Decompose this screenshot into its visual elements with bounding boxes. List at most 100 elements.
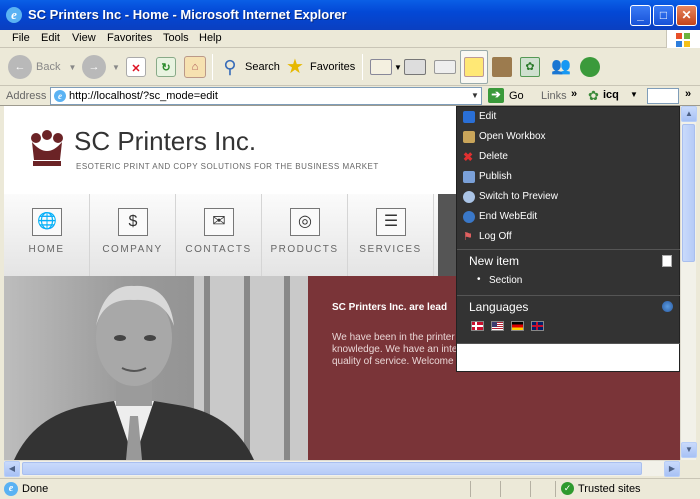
mail-icon bbox=[370, 59, 392, 75]
address-url: http://localhost/?sc_mode=edit bbox=[69, 90, 218, 102]
status-bar: e Done ✓ Trusted sites bbox=[0, 478, 700, 499]
workbox-icon bbox=[463, 131, 475, 143]
address-bar: Address e http://localhost/?sc_mode=edit… bbox=[0, 86, 700, 106]
webedit-menu: Edit Open Workbox ✖ Delete Publish Switc… bbox=[456, 106, 681, 372]
scroll-left-button[interactable]: ◀ bbox=[4, 461, 20, 477]
menu-help[interactable]: Help bbox=[199, 32, 222, 44]
print-button[interactable] bbox=[404, 53, 426, 81]
german-flag-icon[interactable] bbox=[511, 321, 524, 331]
icq-search-input[interactable] bbox=[647, 88, 679, 104]
go-button[interactable]: Go bbox=[509, 90, 524, 102]
search-icon: ⚲ bbox=[223, 57, 237, 77]
uk-flag-icon[interactable] bbox=[531, 321, 544, 331]
log-off-icon: ⚑ bbox=[463, 231, 473, 243]
clover-icon: ✿ bbox=[520, 57, 540, 77]
users-button[interactable]: 👥 bbox=[550, 53, 572, 81]
webedit-open-workbox[interactable]: Open Workbox bbox=[457, 127, 681, 147]
favorites-button[interactable]: ★ Favorites bbox=[284, 53, 355, 81]
globe-icon: 🌐 bbox=[32, 208, 62, 236]
nav-products[interactable]: ◎ PRODUCTS bbox=[262, 194, 348, 276]
nav-company[interactable]: $ COMPANY bbox=[90, 194, 176, 276]
edit-shield-icon bbox=[463, 111, 475, 123]
close-button[interactable]: ✕ bbox=[676, 5, 697, 26]
new-item-section[interactable]: • Section bbox=[457, 271, 681, 291]
disc-icon: ◎ bbox=[290, 208, 320, 236]
site-tagline: ESOTERIC PRINT AND COPY SOLUTIONS FOR TH… bbox=[76, 162, 379, 171]
icq-dropdown-icon[interactable]: ▼ bbox=[630, 90, 638, 99]
go-arrow-icon[interactable]: ➔ bbox=[488, 88, 504, 103]
horizontal-scrollbar[interactable]: ◀ ▶ bbox=[4, 460, 680, 477]
printer-icon bbox=[404, 59, 426, 75]
scroll-thumb[interactable] bbox=[682, 124, 695, 262]
security-zone: Trusted sites bbox=[578, 483, 641, 495]
media-icon bbox=[580, 57, 600, 77]
document-list-icon: ☰ bbox=[376, 208, 406, 236]
media-button[interactable] bbox=[580, 53, 600, 81]
icq-flower-icon: ✿ bbox=[588, 88, 599, 103]
windows-logo-icon bbox=[666, 30, 700, 50]
messenger-button[interactable]: ✿ bbox=[520, 53, 540, 81]
stop-icon: ✕ bbox=[126, 57, 146, 77]
webedit-edit[interactable]: Edit bbox=[457, 107, 681, 127]
window-title: SC Printers Inc - Home - Microsoft Inter… bbox=[28, 7, 347, 22]
nav-services[interactable]: ☰ SERVICES bbox=[348, 194, 434, 276]
users-icon: 👥 bbox=[551, 58, 571, 75]
webedit-end[interactable]: End WebEdit bbox=[457, 207, 681, 227]
hero-photo bbox=[4, 276, 308, 460]
links-chevron-icon[interactable]: » bbox=[571, 88, 577, 100]
menu-footer bbox=[457, 344, 679, 371]
mail-button[interactable]: ▼ bbox=[370, 53, 402, 81]
menu-view[interactable]: View bbox=[72, 32, 96, 44]
page-status-icon: e bbox=[4, 482, 18, 496]
books-icon bbox=[492, 57, 512, 77]
languages-label: Languages bbox=[469, 300, 529, 314]
menu-bar: File Edit View Favorites Tools Help bbox=[0, 30, 700, 50]
menu-file[interactable]: File bbox=[12, 32, 30, 44]
stop-button[interactable]: ✕ bbox=[126, 53, 146, 81]
envelope-icon: ✉ bbox=[204, 208, 234, 236]
nav-home[interactable]: 🌐 HOME bbox=[4, 194, 90, 276]
vertical-scrollbar[interactable]: ▲ ▼ bbox=[680, 106, 697, 460]
home-button[interactable]: ⌂ bbox=[184, 53, 206, 81]
star-icon: ★ bbox=[286, 56, 304, 78]
us-flag-icon[interactable] bbox=[491, 321, 504, 331]
toolbar-chevron-icon[interactable]: » bbox=[685, 88, 691, 100]
maximize-button[interactable]: □ bbox=[653, 5, 674, 26]
forward-button[interactable]: → ▼ bbox=[82, 53, 120, 81]
ie-logo-icon: e bbox=[6, 7, 22, 23]
crown-logo-icon bbox=[31, 130, 63, 166]
back-button[interactable]: ← Back ▼ bbox=[8, 53, 76, 81]
preview-icon bbox=[463, 191, 475, 203]
languages-globe-icon bbox=[662, 301, 673, 312]
scroll-down-button[interactable]: ▼ bbox=[681, 442, 697, 458]
webedit-publish[interactable]: Publish bbox=[457, 167, 681, 187]
danish-flag-icon[interactable] bbox=[471, 321, 484, 331]
minimize-button[interactable]: _ bbox=[630, 5, 651, 26]
icq-button[interactable]: icq bbox=[603, 89, 619, 101]
page-icon: e bbox=[54, 90, 66, 102]
edit-page-button[interactable] bbox=[434, 53, 456, 81]
scroll-right-button[interactable]: ▶ bbox=[664, 461, 680, 477]
research-button[interactable] bbox=[492, 53, 512, 81]
dollar-document-icon: $ bbox=[118, 208, 148, 236]
intro-line-3: quality of service. Welcome bbox=[332, 356, 454, 367]
webedit-switch-preview[interactable]: Switch to Preview bbox=[457, 187, 681, 207]
home-icon: ⌂ bbox=[184, 56, 206, 78]
hscroll-thumb[interactable] bbox=[22, 462, 642, 475]
intro-line-2: knowledge. We have an inte bbox=[332, 344, 458, 355]
links-label[interactable]: Links bbox=[541, 90, 567, 102]
menu-edit[interactable]: Edit bbox=[41, 32, 60, 44]
address-dropdown-icon[interactable]: ▼ bbox=[469, 88, 481, 104]
menu-tools[interactable]: Tools bbox=[163, 32, 189, 44]
discuss-button[interactable] bbox=[460, 50, 488, 84]
address-input[interactable]: e http://localhost/?sc_mode=edit ▼ bbox=[50, 87, 482, 105]
nav-contacts[interactable]: ✉ CONTACTS bbox=[176, 194, 262, 276]
globe-end-icon bbox=[463, 211, 475, 223]
webedit-delete[interactable]: ✖ Delete bbox=[457, 147, 681, 167]
refresh-button[interactable]: ↻ bbox=[156, 53, 176, 81]
search-button[interactable]: ⚲ Search bbox=[219, 53, 279, 81]
webedit-log-off[interactable]: ⚑ Log Off bbox=[457, 227, 681, 247]
refresh-icon: ↻ bbox=[156, 57, 176, 77]
menu-favorites[interactable]: Favorites bbox=[107, 32, 152, 44]
scroll-up-button[interactable]: ▲ bbox=[681, 106, 697, 122]
